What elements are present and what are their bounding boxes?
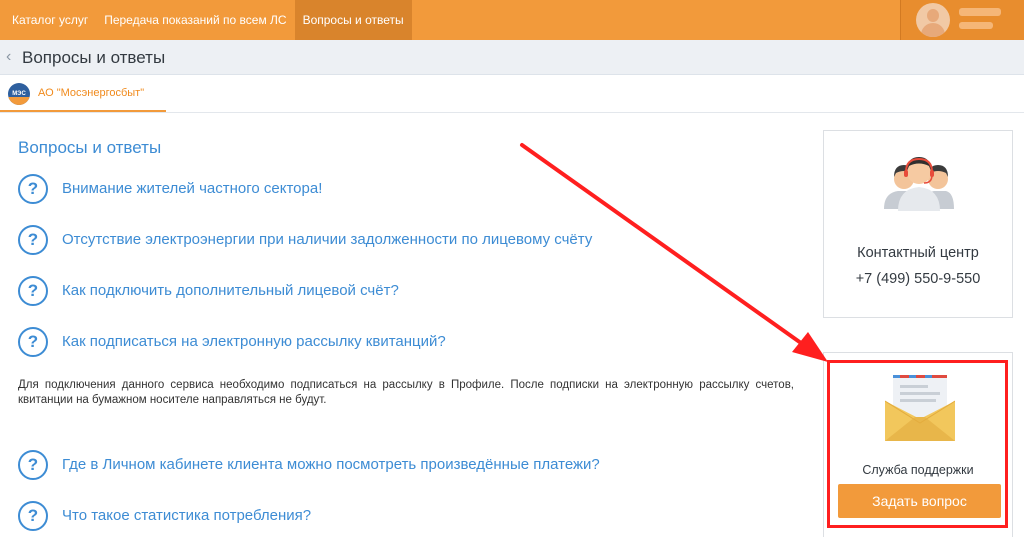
logo-text: МЭС <box>12 91 26 97</box>
faq-answer: Для подключения данного сервиса необходи… <box>18 379 794 406</box>
contact-center-card: Контактный центр +7 (499) 550-9-550 <box>823 130 1013 318</box>
tab-mosenergosbyt[interactable]: МЭС АО "Мосэнергосбыт" <box>0 75 166 112</box>
faq-question[interactable]: Где в Личном кабинете клиента можно посм… <box>62 456 600 473</box>
contact-center-phone[interactable]: +7 (499) 550-9-550 <box>824 271 1012 287</box>
avatar[interactable] <box>916 3 950 37</box>
chevron-left-icon[interactable]: ‹ <box>6 48 11 66</box>
user-menu[interactable] <box>900 0 1024 40</box>
faq-section-title: Вопросы и ответы <box>18 138 162 157</box>
user-account-blurred <box>959 22 993 29</box>
question-circle-icon: ? <box>18 174 48 204</box>
page-title: Вопросы и ответы <box>22 48 166 67</box>
question-circle-icon: ? <box>18 327 48 357</box>
support-card: Служба поддержки Задать вопрос <box>823 352 1013 537</box>
top-nav: Каталог услуг Передача показаний по всем… <box>4 0 412 40</box>
nav-item-catalog[interactable]: Каталог услуг <box>4 0 96 40</box>
avatar-shoulders <box>921 23 945 37</box>
user-name-blurred <box>959 8 1001 16</box>
faq-question[interactable]: Отсутствие электроэнергии при наличии за… <box>62 231 592 248</box>
avatar-head <box>927 9 939 22</box>
question-circle-icon: ? <box>18 276 48 306</box>
faq-question[interactable]: Как подключить дополнительный лицевой сч… <box>62 282 399 299</box>
support-label: Служба поддержки <box>862 463 974 477</box>
question-circle-icon: ? <box>18 225 48 255</box>
faq-question[interactable]: Внимание жителей частного сектора! <box>62 180 322 197</box>
contact-center-label: Контактный центр <box>857 245 979 261</box>
org-name: АО "Мосэнергосбыт" <box>38 87 145 99</box>
breadcrumb: ‹ Вопросы и ответы <box>0 40 1024 75</box>
nav-item-meter-readings[interactable]: Передача показаний по всем ЛС <box>96 0 294 40</box>
support-team-icon <box>884 157 954 211</box>
faq-question[interactable]: Что такое статистика потребления? <box>62 507 311 524</box>
mes-logo-icon: МЭС <box>8 83 30 105</box>
faq-question[interactable]: Как подписаться на электронную рассылку … <box>62 333 446 350</box>
nav-item-faq[interactable]: Вопросы и ответы <box>294 0 412 40</box>
top-navigation-bar: Каталог услуг Передача показаний по всем… <box>0 0 1024 40</box>
envelope-icon <box>885 375 955 441</box>
question-circle-icon: ? <box>18 501 48 531</box>
ask-question-button[interactable]: Задать вопрос <box>838 484 1001 518</box>
question-circle-icon: ? <box>18 450 48 480</box>
organization-tabs: МЭС АО "Мосэнергосбыт" <box>0 75 1024 113</box>
